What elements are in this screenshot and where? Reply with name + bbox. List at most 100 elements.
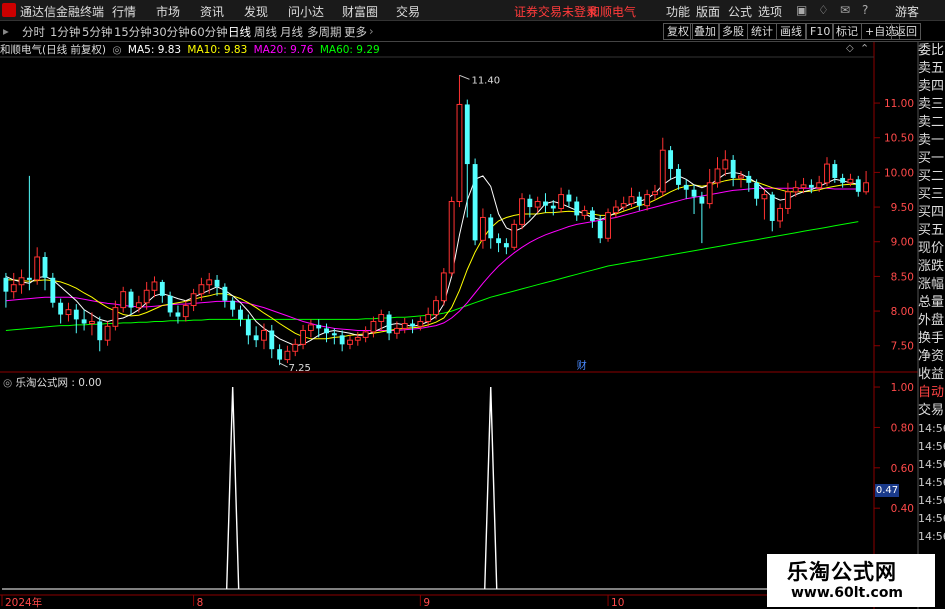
candle-body: [777, 207, 783, 222]
candle-body: [433, 300, 439, 316]
candle-body: [292, 343, 299, 352]
menu-item-options[interactable]: 选项: [758, 3, 782, 20]
candle-body: [378, 314, 385, 322]
menu-item-discover[interactable]: 发现: [244, 3, 268, 20]
quote-label: 收益: [918, 367, 945, 382]
menu-item-ask[interactable]: 问小达: [288, 3, 324, 20]
period-multi[interactable]: 多周期: [307, 24, 342, 40]
notification-icon[interactable]: ♢: [818, 3, 829, 17]
candle-body: [284, 350, 291, 361]
candle-body: [840, 177, 846, 183]
adjust-button[interactable]: 复权: [663, 23, 693, 40]
period-toolbar: ▸ 分时 1分钟 5分钟 15分钟 30分钟 60分钟 日线 周线 月线 多周期…: [0, 21, 945, 42]
period-15min[interactable]: 15分钟: [114, 24, 152, 40]
candle-body: [605, 212, 611, 239]
ma5-line: [5, 171, 859, 347]
toolbar-collapse-icon[interactable]: ▸: [3, 24, 9, 38]
candle-body: [722, 159, 729, 170]
price-tick-label: 9.00: [891, 237, 914, 249]
candle-body: [628, 196, 635, 205]
auto-trade-label[interactable]: 自动: [918, 384, 945, 402]
price-tick-label: 8.50: [891, 271, 914, 283]
period-monthly[interactable]: 月线: [280, 24, 303, 40]
help-icon[interactable]: ?: [862, 3, 868, 17]
period-daily[interactable]: 日线: [228, 24, 251, 40]
menu-item-formula[interactable]: 公式: [728, 3, 752, 20]
f10-button[interactable]: F10: [806, 23, 835, 40]
trade-time: 14:56: [918, 440, 945, 453]
menu-item-wealth[interactable]: 财富圈: [342, 3, 378, 20]
price-tick-label: 11.00: [884, 98, 914, 110]
candle-body: [659, 149, 666, 193]
diamond-icon[interactable]: ◇: [846, 43, 854, 54]
candle-body: [3, 277, 9, 292]
indicator-settings-icon[interactable]: ◎: [3, 377, 12, 389]
candle-body: [574, 201, 580, 216]
candle-body: [652, 191, 658, 196]
candle-body: [34, 256, 41, 281]
candle-body: [198, 284, 205, 295]
user-icon[interactable]: ▣: [796, 3, 807, 17]
quote-label: 现价: [918, 241, 945, 256]
chevron-right-icon[interactable]: ›: [369, 24, 374, 38]
quote-label: 总量: [918, 295, 945, 310]
candle-body: [691, 189, 697, 197]
candle-body: [417, 320, 424, 327]
quote-label: 买一: [918, 151, 945, 166]
period-more[interactable]: 更多: [344, 24, 367, 40]
candle-body: [824, 163, 830, 184]
period-intraday[interactable]: 分时: [22, 24, 45, 40]
menu-item-function[interactable]: 功能: [666, 3, 690, 20]
trade-login-warning[interactable]: 证券交易未登录: [514, 3, 598, 20]
period-60min[interactable]: 60分钟: [190, 24, 228, 40]
price-tick-label: 9.50: [891, 202, 914, 214]
menu-item-trade[interactable]: 交易: [396, 3, 420, 20]
candle-body: [386, 314, 392, 334]
draw-button[interactable]: 画线: [776, 23, 806, 40]
stock-name: 和顺电气: [588, 5, 637, 19]
mark-button[interactable]: 标记: [832, 23, 862, 40]
period-weekly[interactable]: 周线: [254, 24, 277, 40]
candle-body: [401, 323, 408, 329]
period-30min[interactable]: 30分钟: [152, 24, 190, 40]
period-1min[interactable]: 1分钟: [50, 24, 80, 40]
menu-item-layout[interactable]: 版面: [696, 3, 720, 20]
trade-time: 14:56: [918, 530, 945, 543]
trade-label[interactable]: 交易: [918, 402, 945, 420]
ma20-path: [5, 187, 859, 331]
ma5-label: MA5: 9.83: [127, 44, 182, 56]
candle-body: [792, 187, 799, 193]
date-tick-label: 9: [423, 597, 430, 609]
candle-body: [769, 194, 775, 221]
mail-icon[interactable]: ✉: [840, 3, 850, 17]
candle-body: [354, 336, 361, 341]
price-tick-label: 10.00: [884, 167, 914, 179]
stats-button[interactable]: 统计: [747, 23, 777, 40]
candle-body: [644, 194, 651, 207]
candle-body: [675, 168, 681, 185]
price-axis: 11.00 10.50 10.00 9.50 9.00 8.50 8.00 7.50 1.00 0…: [874, 98, 914, 515]
period-5min[interactable]: 5分钟: [82, 24, 112, 40]
watermark-banner: 乐淘公式网 www.60lt.com: [767, 554, 935, 607]
ma10-label: MA10: 9.83: [187, 44, 248, 56]
menu-item-news[interactable]: 资讯: [200, 3, 224, 20]
guest-login[interactable]: 游客: [895, 3, 919, 20]
date-tick-label: 2024年: [5, 596, 42, 609]
trade-time: 14:56: [918, 476, 945, 489]
settings-circle-icon[interactable]: ◎: [112, 44, 121, 56]
date-tick-label: 10: [611, 597, 624, 609]
quote-label: 买二: [918, 169, 945, 184]
candle-body: [754, 182, 760, 199]
candle-body: [362, 331, 369, 338]
multi-stock-button[interactable]: 多股: [718, 23, 748, 40]
quote-label: 卖三: [918, 97, 945, 112]
ma20-label: MA20: 9.76: [253, 44, 314, 56]
expand-icon[interactable]: ⌃: [860, 42, 869, 55]
back-button[interactable]: 返回: [891, 23, 921, 40]
overlay-button[interactable]: 叠加: [690, 23, 720, 40]
candle-body: [808, 184, 814, 188]
candle-body: [816, 182, 823, 189]
kline-chart-canvas[interactable]: 11.00 10.50 10.00 9.50 9.00 8.50 8.00 7.50 1.00 0…: [0, 0, 945, 609]
menu-item-market[interactable]: 市场: [156, 3, 180, 20]
menu-item-quotes[interactable]: 行情: [112, 3, 136, 20]
